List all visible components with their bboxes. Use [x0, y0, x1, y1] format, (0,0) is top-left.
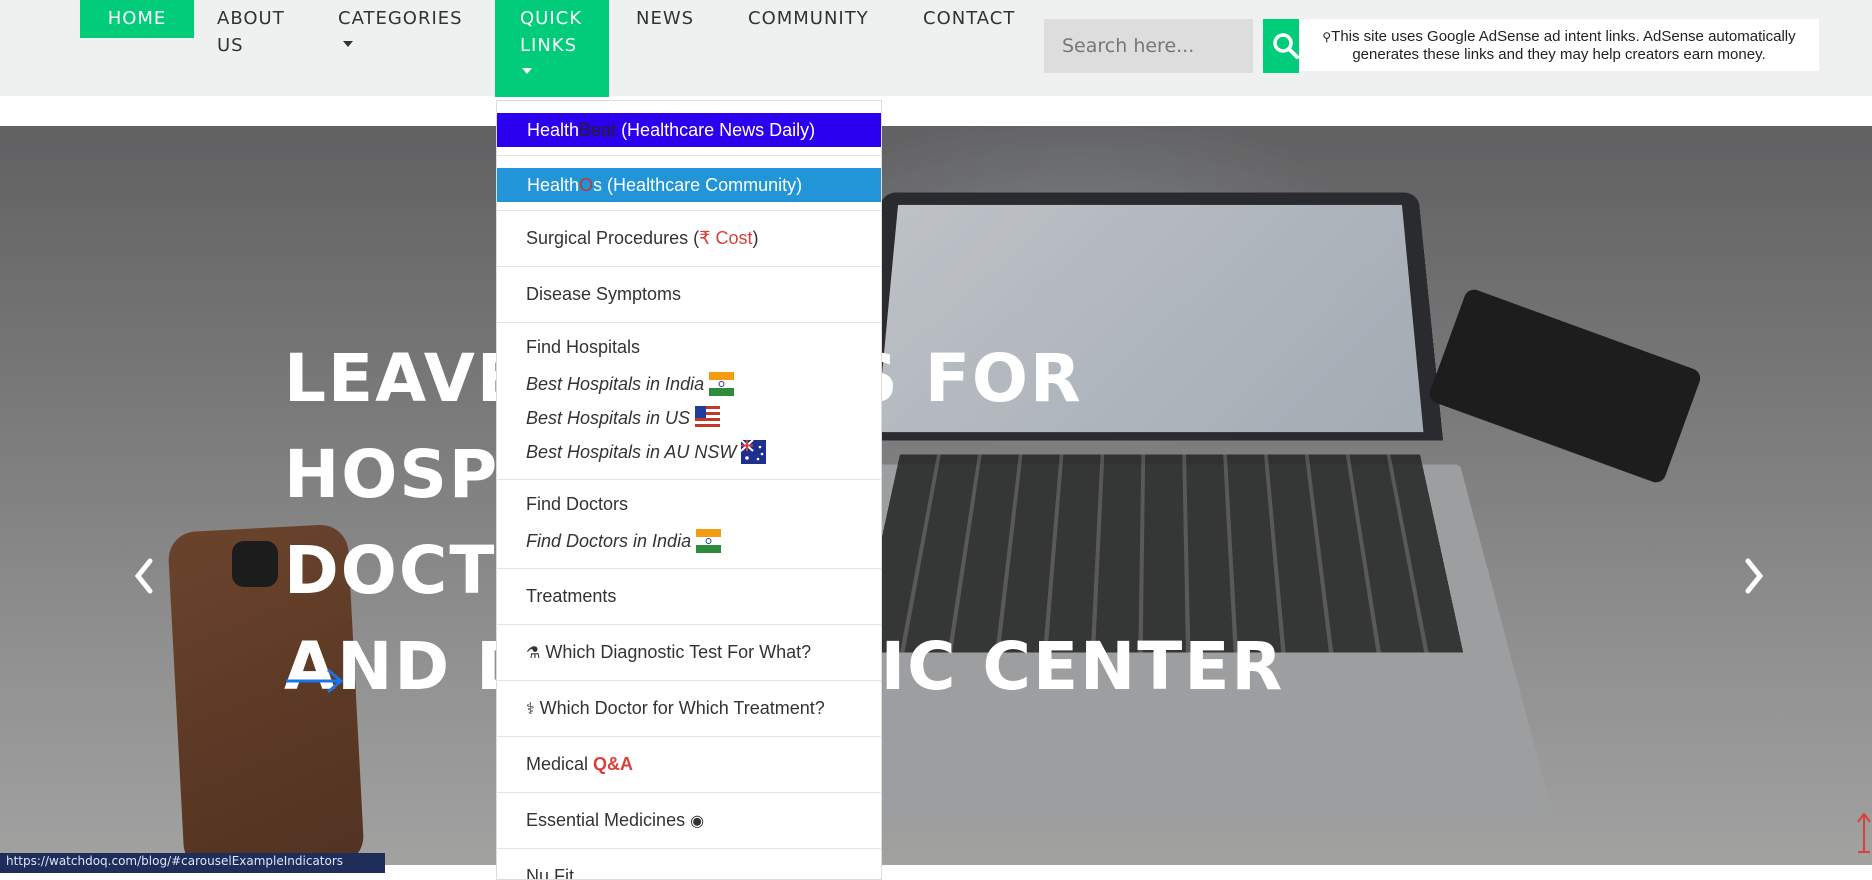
hero-line1: LEAVE REVIEWS FOR HOSPITALS, — [284, 340, 1083, 513]
carousel-prev-icon[interactable] — [128, 551, 158, 601]
nav-about-line1: ABOUT — [217, 8, 285, 29]
dropdown-item-essential-medicines[interactable]: Essential Medicines ◉ — [497, 793, 881, 849]
dropdown-item-healthbeat[interactable]: HealthBeat (Healthcare News Daily) — [497, 113, 881, 147]
dropdown-item-symptoms[interactable]: Disease Symptoms — [497, 267, 881, 323]
right-arrow-icon[interactable] — [284, 666, 344, 696]
dropdown-item-hospitals-us[interactable]: Best Hospitals in US — [526, 401, 854, 435]
adsense-line1: This site uses Google AdSense ad intent … — [1331, 28, 1796, 45]
australia-flag-icon — [741, 440, 767, 464]
dropdown-item-treatments[interactable]: Treatments — [497, 569, 881, 625]
magnifier-icon: ⚲ — [1322, 30, 1332, 44]
hospitals-au-label: Best Hospitals in AU NSW — [526, 441, 737, 462]
caret-down-icon — [522, 68, 532, 74]
quick-links-dropdown: HealthBeat (Healthcare News Daily) Healt… — [496, 100, 882, 880]
surgical-close: ) — [752, 228, 759, 248]
healthos-part1: Health — [527, 175, 580, 195]
search-button[interactable] — [1263, 19, 1299, 73]
dropdown-group-hospitals: Find Hospitals Best Hospitals in India B… — [497, 323, 881, 480]
healthbeat-part2: Beat — [579, 120, 617, 140]
nav-quick-line1: QUICK — [520, 8, 583, 29]
healthos-part2: O — [579, 175, 594, 195]
find-doctors-heading[interactable]: Find Doctors — [526, 494, 854, 524]
hospitals-us-label: Best Hospitals in US — [526, 407, 691, 428]
nav-quick-line2: LINKS — [520, 35, 578, 56]
dropdown-group-doctors: Find Doctors Find Doctors in India — [497, 480, 881, 569]
top-navbar: HOME ABOUT US CATEGORIES QUICK LINKS NEW… — [0, 0, 1872, 97]
nav-categories[interactable]: CATEGORIES — [338, 0, 463, 47]
scroll-to-top-icon[interactable] — [1856, 808, 1872, 858]
find-hospitals-heading[interactable]: Find Hospitals — [526, 337, 854, 367]
hero-line3: AND DIAGNOSTIC CENTER — [284, 628, 1285, 705]
dropdown-item-surgical[interactable]: Surgical Procedures (₹ Cost) — [497, 211, 881, 267]
caret-down-icon — [343, 41, 353, 47]
nav-community[interactable]: COMMUNITY — [748, 0, 869, 32]
dropdown-item-doctors-india[interactable]: Find Doctors in India — [526, 524, 854, 558]
hero-carousel: LEAVE REVIEWS FOR HOSPITALS, DOCTORS AND… — [0, 126, 1872, 865]
dropdown-item-healthos[interactable]: HealthOs (Healthcare Community) — [497, 168, 881, 202]
dropdown-item-hospitals-au[interactable]: Best Hospitals in AU NSW — [526, 435, 854, 469]
healthos-part3: s (Healthcare Community) — [593, 175, 803, 195]
nav-contact[interactable]: CONTACT — [923, 0, 1015, 32]
us-flag-icon — [695, 406, 721, 430]
carousel-next-icon[interactable] — [1740, 551, 1770, 601]
healthbeat-part3: (Healthcare News Daily) — [616, 120, 816, 140]
nav-about-line2: US — [217, 35, 244, 56]
hero-line2: DOCTORS — [284, 532, 657, 609]
nav-news[interactable]: NEWS — [636, 0, 694, 32]
adsense-line2: generates these links and they may help … — [1352, 46, 1766, 63]
diagnostic-label: Which Diagnostic Test For What? — [545, 642, 812, 662]
qa-label: Q&A — [593, 754, 634, 774]
flask-icon: ⚗ — [526, 645, 541, 662]
nav-quick-links[interactable]: QUICK LINKS — [495, 0, 609, 97]
doctor-icon: ⚕ — [526, 701, 535, 718]
medical-label: Medical — [526, 754, 594, 774]
surgical-cost: ₹ Cost — [699, 228, 753, 248]
search-icon — [1273, 33, 1299, 59]
nav-about-us[interactable]: ABOUT US — [217, 0, 297, 59]
partial-label: Nu Fit — [526, 866, 575, 880]
dropdown-item-which-doctor[interactable]: ⚕ Which Doctor for Which Treatment? — [497, 681, 881, 737]
pill-icon: ◉ — [690, 813, 705, 830]
surgical-label: Surgical Procedures ( — [526, 228, 700, 248]
search-input[interactable] — [1044, 19, 1253, 73]
essential-label: Essential Medicines — [526, 810, 686, 830]
india-flag-icon — [709, 372, 735, 396]
dropdown-item-medical-qa[interactable]: Medical Q&A — [497, 737, 881, 793]
doctors-india-label: Find Doctors in India — [526, 530, 692, 551]
dropdown-item-hospitals-india[interactable]: Best Hospitals in India — [526, 367, 854, 401]
nav-categories-label: CATEGORIES — [338, 8, 463, 29]
india-flag-icon — [696, 529, 722, 553]
dropdown-item-diagnostic[interactable]: ⚗ Which Diagnostic Test For What? — [497, 625, 881, 681]
adsense-notice: ⚲This site uses Google AdSense ad intent… — [1299, 19, 1819, 71]
hero-title: LEAVE REVIEWS FOR HOSPITALS, DOCTORS AND… — [284, 331, 1484, 715]
status-bar-url: https://watchdoq.com/blog/#carouselExamp… — [0, 853, 385, 873]
hospitals-india-label: Best Hospitals in India — [526, 373, 705, 394]
nav-home[interactable]: HOME — [80, 0, 194, 38]
which-doctor-label: Which Doctor for Which Treatment? — [539, 698, 825, 718]
healthbeat-part1: Health — [527, 120, 580, 140]
